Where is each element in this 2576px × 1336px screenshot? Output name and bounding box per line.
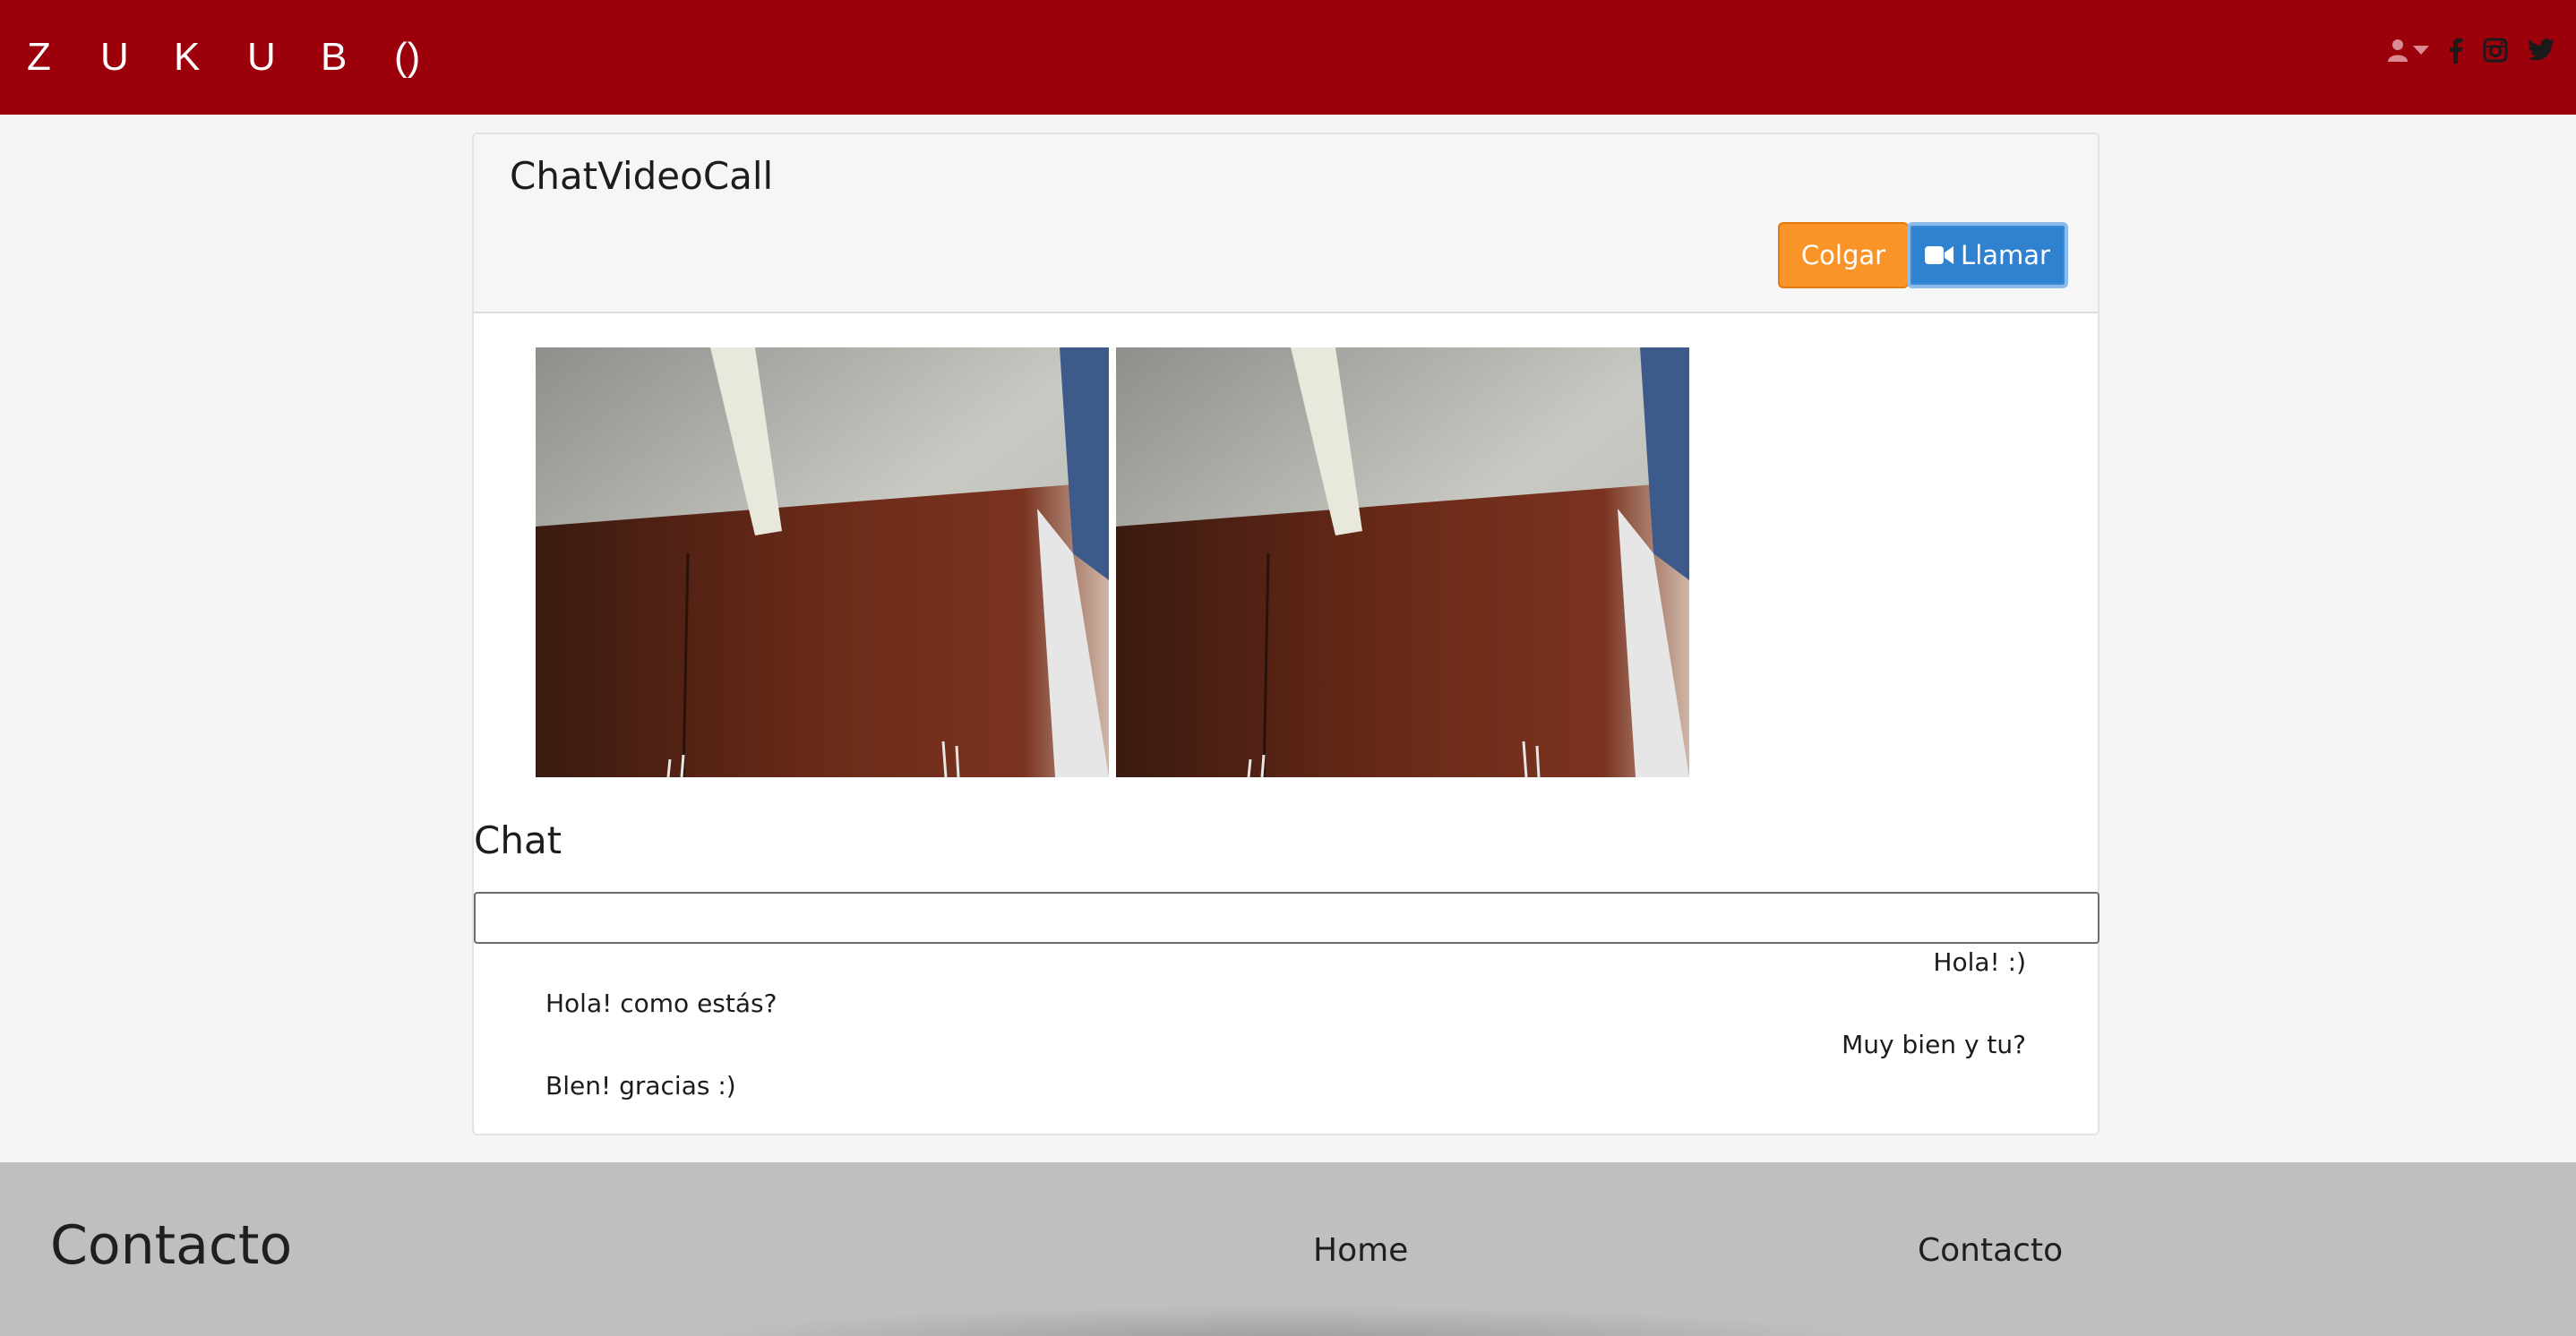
chat-message: Muy bien y tu?	[1842, 1030, 2026, 1059]
user-icon	[2388, 39, 2408, 62]
hangup-button-label: Colgar	[1800, 240, 1886, 270]
remote-video	[1116, 347, 1689, 777]
footer-link-contacto[interactable]: Contacto	[1918, 1232, 2063, 1269]
caret-down-icon	[2413, 46, 2429, 55]
hangup-button[interactable]: Colgar	[1778, 222, 1909, 288]
instagram-icon[interactable]	[2483, 38, 2508, 63]
brand-letter: U	[247, 35, 276, 79]
chat-heading: Chat	[474, 818, 562, 862]
brand-logo[interactable]: Z U K U B ()	[27, 30, 468, 84]
chat-message-input[interactable]	[474, 892, 2099, 944]
footer: Contacto Home Contacto	[0, 1162, 2576, 1336]
top-navbar: Z U K U B ()	[0, 0, 2576, 115]
panel-header: ChatVideoCall Colgar Llamar	[474, 134, 2098, 313]
brand-letter: K	[174, 35, 201, 79]
call-button[interactable]: Llamar	[1907, 222, 2068, 288]
panel-title: ChatVideoCall	[510, 154, 774, 198]
brand-letter: U	[100, 35, 129, 79]
video-camera-icon	[1925, 246, 1954, 264]
chat-message: Hola! como estás?	[545, 989, 777, 1018]
footer-shadow	[681, 1306, 1881, 1336]
header-icons	[2388, 34, 2555, 66]
facebook-icon[interactable]	[2449, 37, 2463, 64]
call-button-label: Llamar	[1961, 240, 2050, 270]
footer-title: Contacto	[50, 1214, 293, 1277]
brand-letter: ()	[394, 35, 421, 79]
brand-letter: Z	[27, 35, 51, 79]
twitter-icon[interactable]	[2528, 39, 2555, 62]
chat-message: Blen! gracias :)	[545, 1071, 736, 1100]
video-call-panel: ChatVideoCall Colgar Llamar Chat Hola!:…	[472, 133, 2099, 1135]
local-video	[536, 347, 1109, 777]
footer-link-home[interactable]: Home	[1313, 1232, 1408, 1269]
chat-message: Hola! :)	[1933, 947, 2026, 977]
user-menu-toggle[interactable]	[2388, 39, 2429, 62]
brand-letter: B	[321, 35, 348, 79]
